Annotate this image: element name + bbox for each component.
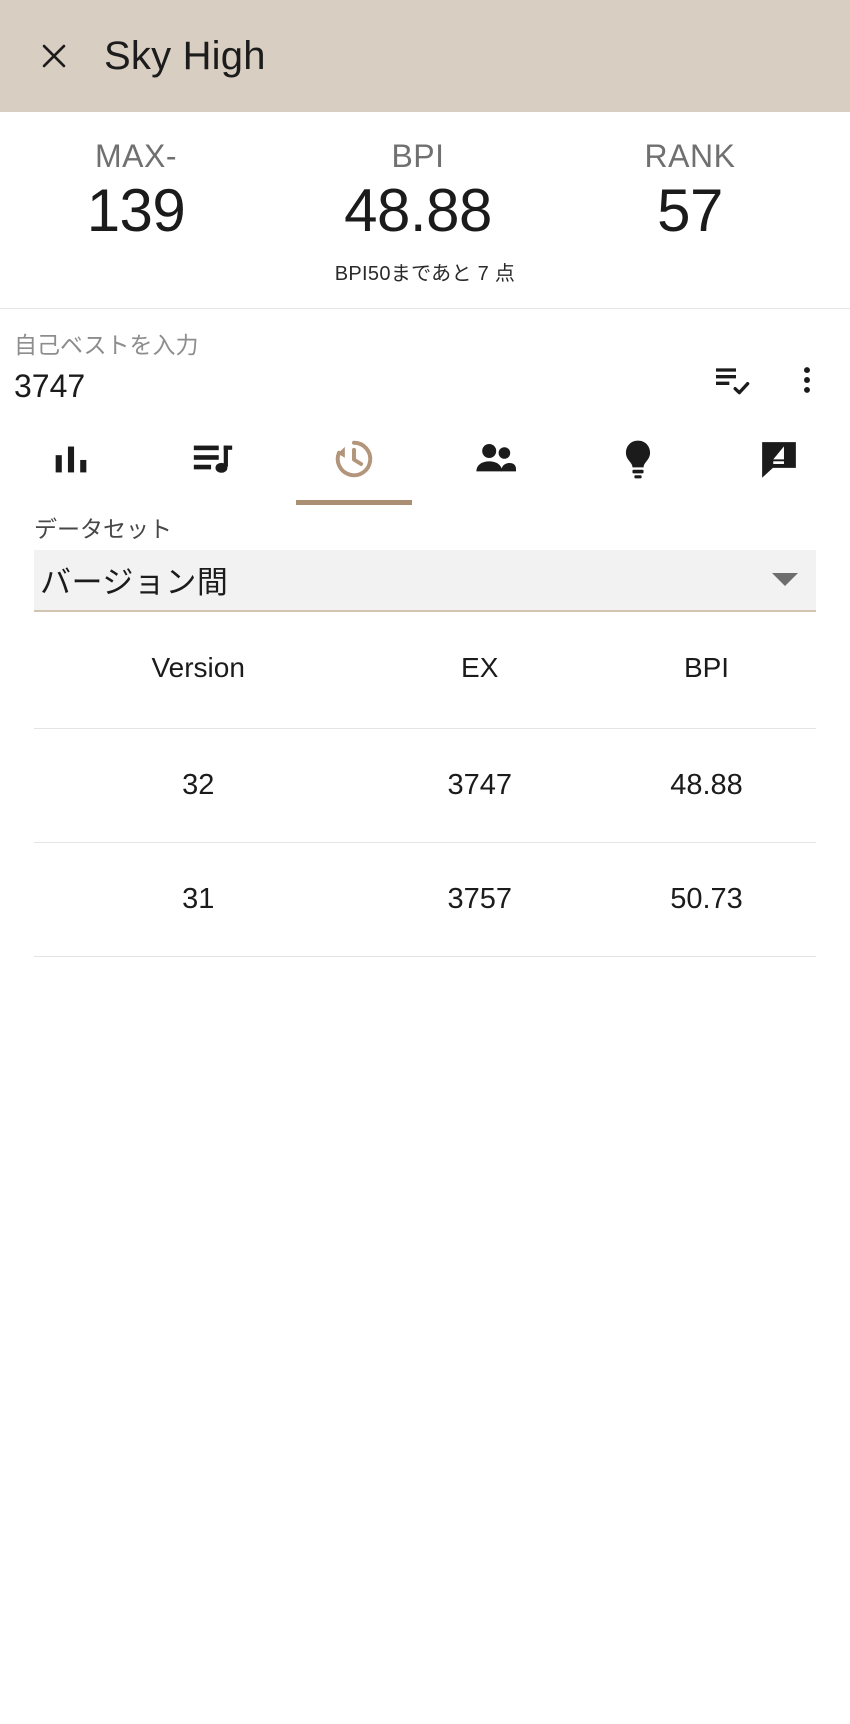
tab-history[interactable]	[283, 419, 425, 505]
stat-value: 57	[657, 177, 723, 244]
stat-value: 48.88	[344, 177, 492, 244]
cell-ex: 3757	[362, 841, 598, 957]
column-header-version: Version	[151, 651, 245, 683]
table-head: Version EX BPI	[34, 634, 816, 729]
cell-version: 31	[34, 841, 363, 957]
bpi-goal-note: BPI50まであと 7 点	[334, 262, 516, 285]
table-row[interactable]: 32 3747 48.88	[34, 727, 816, 843]
playlist-add-check-icon[interactable]	[708, 357, 754, 403]
chevron-down-icon	[772, 573, 798, 587]
more-vert-icon[interactable]	[784, 357, 830, 403]
table-header-row: Version EX BPI	[34, 634, 816, 729]
stats-row: MAX- 139 BPI 48.88 RANK 57	[0, 136, 850, 247]
tab-rate-review[interactable]	[708, 419, 850, 505]
cell-ex: 3747	[362, 727, 598, 843]
queue-music-icon	[190, 436, 236, 487]
tab-bar	[0, 419, 850, 505]
tab-underline	[296, 499, 413, 505]
cell-version: 32	[34, 727, 363, 843]
column-header-bpi: BPI	[683, 651, 730, 683]
table-row[interactable]: 31 3757 50.73	[34, 841, 816, 957]
tab-people[interactable]	[425, 419, 567, 505]
stat-label: BPI	[391, 138, 445, 174]
stat-value: 139	[86, 177, 186, 244]
history-icon	[329, 434, 379, 489]
people-icon	[472, 435, 520, 488]
cell-bpi: 48.88	[597, 727, 816, 843]
dataset-block: データセット バージョン間	[0, 505, 850, 612]
version-history-table: Version EX BPI 32 3747 48.88 31 3757 50.…	[34, 634, 816, 957]
stats-section: MAX- 139 BPI 48.88 RANK 57 BPI50まであと 7 点	[0, 112, 850, 309]
dataset-select[interactable]: バージョン間	[34, 549, 816, 612]
page-title: Sky High	[104, 34, 266, 78]
stat-bpi: BPI 48.88	[282, 136, 554, 247]
tab-lightbulb[interactable]	[567, 419, 709, 505]
rate-review-icon	[756, 436, 802, 487]
bar-chart-icon	[48, 436, 94, 487]
tab-bar-chart[interactable]	[0, 419, 142, 505]
score-input-row[interactable]: 自己ベストを入力 3747	[0, 309, 850, 419]
tab-queue-music[interactable]	[142, 419, 284, 505]
lightbulb-icon	[615, 436, 661, 487]
dataset-label: データセット	[34, 515, 172, 542]
stat-rank: RANK 57	[554, 136, 850, 247]
score-input-label: 自己ベストを入力	[14, 331, 199, 358]
close-icon[interactable]	[34, 36, 74, 76]
cell-bpi: 50.73	[597, 841, 816, 957]
stat-max-minus: MAX- 139	[0, 136, 282, 247]
table-body: 32 3747 48.88 31 3757 50.73	[34, 727, 816, 957]
app-bar: Sky High	[0, 0, 850, 112]
stat-label: RANK	[644, 138, 736, 174]
column-header-ex: EX	[461, 651, 499, 683]
stat-label: MAX-	[95, 138, 177, 174]
input-actions	[708, 357, 830, 403]
score-input-value[interactable]: 3747	[14, 367, 826, 405]
dataset-selected-value: バージョン間	[40, 565, 229, 601]
